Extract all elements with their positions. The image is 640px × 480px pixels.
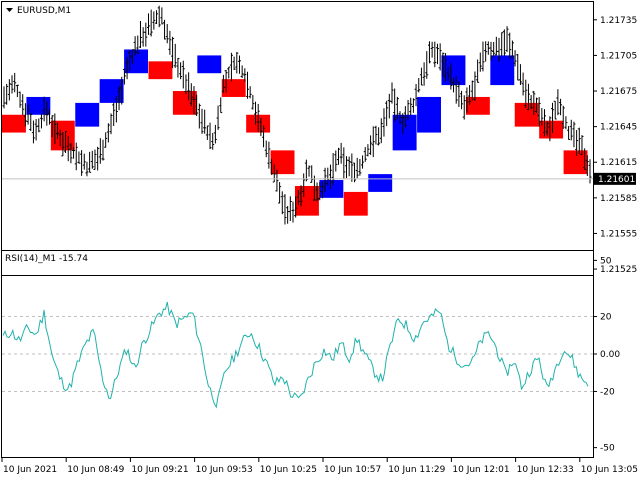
renko-up-box — [392, 114, 417, 151]
time-tick-label: 10 Jun 2021 — [3, 465, 57, 475]
renko-up-box — [124, 49, 148, 74]
price-tick-label: 1.21645 — [600, 123, 637, 133]
renko-down-box — [221, 79, 246, 97]
price-tick-label: 1.21525 — [600, 265, 637, 275]
time-tick-label: 10 Jun 10:57 — [324, 465, 381, 475]
renko-down-box — [514, 102, 539, 127]
rsi-label: RSI(14)_M1 -15.74 — [5, 254, 88, 264]
rsi-tick-label: 0.00 — [600, 350, 620, 360]
time-tick-label: 10 Jun 08:49 — [67, 465, 124, 475]
time-tick-label: 10 Jun 09:53 — [196, 465, 253, 475]
rsi-tick-label: -20 — [600, 387, 615, 397]
current-price-label: 1.21601 — [598, 175, 635, 185]
rsi-tick-label: 50 — [600, 256, 612, 266]
time-tick-label: 10 Jun 13:05 — [581, 465, 638, 475]
renko-up-box — [490, 55, 515, 86]
price-tick-label: 1.21555 — [600, 229, 637, 239]
renko-up-box — [99, 79, 124, 103]
price-tick-label: 1.21615 — [600, 158, 637, 168]
renko-up-box — [319, 180, 344, 198]
chart-background — [0, 0, 640, 480]
renko-down-box — [343, 191, 368, 216]
renko-up-box — [368, 174, 393, 192]
renko-up-box — [75, 102, 100, 127]
renko-down-box — [148, 61, 173, 80]
renko-down-box — [539, 120, 564, 139]
rsi-tick-label: -50 — [600, 444, 615, 454]
symbol-label: EURUSD,M1 — [17, 6, 71, 16]
time-tick-label: 10 Jun 09:21 — [131, 465, 188, 475]
time-tick-label: 10 Jun 12:33 — [517, 465, 574, 475]
renko-down-box — [2, 114, 26, 133]
renko-down-box — [172, 91, 197, 115]
renko-up-box — [417, 96, 441, 133]
chart-root: 1.21735 1.21705 1.21675 1.21645 1.21615 1.215… — [0, 0, 640, 480]
price-tick-label: 1.21585 — [600, 194, 637, 204]
time-tick-label: 10 Jun 12:01 — [452, 465, 509, 475]
time-tick-label: 10 Jun 11:29 — [388, 465, 445, 475]
price-tick-label: 1.21675 — [600, 87, 637, 97]
rsi-tick-label: 20 — [600, 313, 612, 323]
renko-down-box — [563, 150, 588, 175]
time-tick-label: 10 Jun 10:25 — [260, 465, 317, 475]
price-tick-label: 1.21705 — [600, 51, 637, 61]
renko-up-box — [197, 55, 222, 74]
price-tick-label: 1.21735 — [600, 16, 637, 26]
